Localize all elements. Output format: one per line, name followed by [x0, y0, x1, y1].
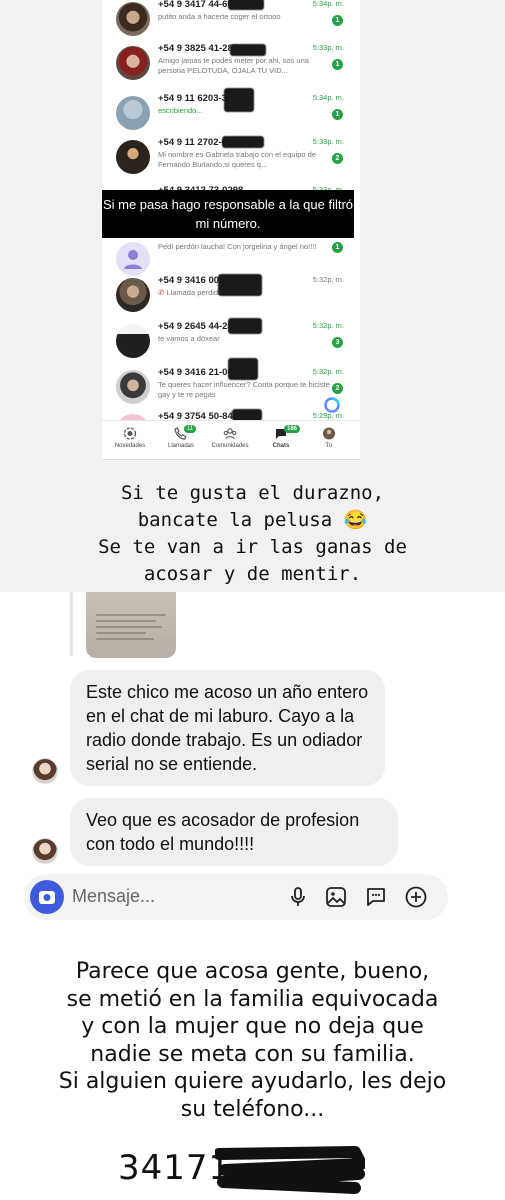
tab-chats[interactable]: 186 Chats: [257, 425, 305, 449]
story-caption-line: Si te gusta el durazno,: [120, 482, 385, 504]
camera-button[interactable]: [30, 880, 64, 914]
chat-time: 5:32p. m.: [312, 275, 344, 284]
chat-time: 5:32p. m.: [312, 367, 344, 376]
person-icon: [124, 250, 142, 269]
add-icon[interactable]: [404, 885, 428, 909]
tab-count-badge: 11: [184, 425, 197, 433]
sender-avatar: [32, 758, 58, 784]
whatsapp-bottom-nav: Novedades 11 Llamadas Comunidades 186 Ch…: [102, 420, 360, 459]
bottom-caption-line: Si alguien quiere ayudarlo, les dejo: [58, 1069, 447, 1094]
message-bubble[interactable]: Este chico me acoso un año entero en el …: [70, 670, 385, 786]
chat-preview: putito anda a hacerte coger el ortooo: [158, 12, 281, 21]
tab-label: Chats: [272, 443, 290, 449]
tab-comunidades[interactable]: Comunidades: [206, 427, 254, 449]
shared-image-thumbnail[interactable]: [86, 592, 176, 658]
chat-time: 5:34p. m.: [312, 93, 344, 102]
chat-time: 5:33p. m.: [312, 137, 344, 146]
overlay-caption: Si me pasa hago responsable a la que fil…: [102, 190, 354, 238]
chat-preview: Te queres hacer influencer? Conta porque…: [158, 380, 330, 399]
unread-badge: 2: [332, 153, 343, 164]
chat-time: 5:34p. m.: [312, 0, 344, 8]
message-composer: Mensaje...: [24, 874, 448, 920]
tab-label: Llamadas: [167, 443, 194, 449]
gallery-icon[interactable]: [324, 885, 348, 909]
censor-mark: [218, 274, 262, 296]
bottom-caption-line: se metió en la familia equivocada: [66, 986, 439, 1012]
contact-avatar: [116, 46, 150, 80]
contact-avatar: [116, 370, 150, 404]
sender-avatar: [32, 838, 58, 864]
chat-time: 5:32p. m.: [312, 321, 344, 330]
instagram-dm-screenshot: Este chico me acoso un año entero en el …: [0, 592, 505, 930]
story-caption-line: acosar y de mentir.: [143, 563, 362, 585]
unread-badge: 1: [332, 109, 343, 120]
sticker-icon[interactable]: [364, 885, 388, 909]
bottom-caption-line: y con la mujer que no deja que: [81, 1014, 424, 1039]
tab-label: Tú: [325, 443, 333, 449]
chat-time: 5:33p. m.: [312, 43, 344, 52]
bottom-caption-line: su teléfono...: [180, 1096, 325, 1122]
unread-badge: 1: [332, 15, 343, 26]
chat-preview: Pedí perdón laucha! Con jorgelina y ánge…: [158, 242, 317, 251]
reply-indicator: [70, 592, 73, 656]
tab-label: Comunidades: [211, 443, 249, 449]
contact-avatar: [116, 96, 150, 130]
bottom-caption: Parece que acosa gente, bueno, se metió …: [0, 958, 505, 1123]
tab-novedades[interactable]: Novedades: [106, 427, 154, 449]
bottom-caption-line: nadie se meta con su familia.: [90, 1041, 415, 1067]
profile-icon: [323, 427, 335, 440]
unread-badge: 1: [332, 59, 343, 70]
censor-mark: [222, 136, 264, 148]
chat-preview: Amigo jamas te podes meter por ahi, sos …: [158, 56, 309, 75]
bottom-caption-line: Parece que acosa gente, bueno,: [75, 959, 430, 984]
censor-scribble: [215, 1146, 365, 1194]
status-icon: [123, 427, 137, 440]
tab-tu[interactable]: Tú: [305, 427, 353, 449]
tab-llamadas[interactable]: 11 Llamadas: [157, 425, 205, 449]
unread-badge: 1: [332, 242, 343, 253]
story-caption-line: bancate la pelusa 😂: [137, 509, 368, 531]
contact-avatar: [116, 278, 150, 312]
chat-preview: Mi nombre es Gabriela trabajo con el equ…: [158, 150, 317, 169]
microphone-icon[interactable]: [286, 885, 310, 909]
tab-count-badge: 186: [284, 425, 301, 433]
communities-icon: [223, 428, 237, 440]
message-input[interactable]: Mensaje...: [72, 886, 155, 907]
unread-badge: 2: [332, 383, 343, 394]
chat-preview: te vamos a doxear: [158, 334, 220, 343]
missed-call-label: Llamada perdida: [166, 288, 223, 297]
censor-mark: [224, 88, 254, 112]
censor-mark: [230, 44, 266, 56]
contact-avatar: [116, 242, 150, 276]
censor-mark: [228, 318, 262, 334]
story-caption-line: Se te van a ir las ganas de: [98, 536, 407, 558]
story-caption: Si te gusta el durazno, bancate la pelus…: [0, 480, 505, 588]
story-top-panel: +54 9 3417 44-6090 putito anda a hacerte…: [0, 0, 505, 592]
censor-mark: [228, 358, 258, 380]
contact-avatar: [116, 324, 150, 358]
contact-avatar: [116, 140, 150, 174]
tab-label: Novedades: [114, 443, 146, 449]
unread-badge: 3: [332, 337, 343, 348]
meta-ai-icon[interactable]: [323, 396, 341, 414]
contact-avatar: [116, 2, 150, 36]
message-bubble[interactable]: Veo que es acosador de profesion con tod…: [70, 798, 398, 866]
censor-mark: [228, 0, 264, 10]
camera-icon: [39, 891, 55, 904]
